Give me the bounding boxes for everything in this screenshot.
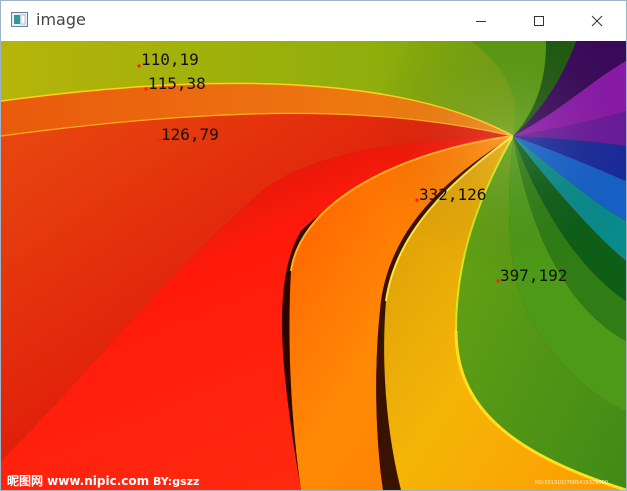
image-canvas[interactable]: 110,19 115,38 126,79 332,126 397,192 昵图网… (1, 41, 626, 490)
title-bar[interactable]: image (1, 1, 626, 40)
app-window: image 110,19 115,38 126,79 332,126 397,1… (0, 0, 627, 491)
point-label-5: 397,192 (500, 266, 567, 285)
close-button[interactable] (568, 1, 626, 40)
maximize-icon (534, 15, 544, 26)
point-label-1: 110,19 (141, 50, 199, 69)
maximize-button[interactable] (510, 1, 568, 40)
point-label-4: 332,126 (419, 185, 486, 204)
point-marker-2: 115,38 (144, 74, 206, 93)
watermark-author: BY:gszz (153, 475, 199, 488)
window-title: image (36, 10, 86, 29)
point-label-2: 115,38 (148, 74, 206, 93)
app-icon (11, 12, 28, 27)
swirl-image: 110,19 115,38 126,79 332,126 397,192 昵图网… (1, 41, 626, 490)
point-marker-4: 332,126 (415, 185, 486, 204)
close-icon (591, 15, 603, 26)
point-marker-3: 126,79 (157, 125, 219, 144)
watermark-id: NO:20131027085415329000 (535, 480, 608, 486)
point-marker-1: 110,19 (137, 50, 199, 69)
minimize-button[interactable] (452, 1, 510, 40)
point-marker-5: 397,192 (496, 266, 567, 285)
watermark-site: 昵图网 www.nipic.com (7, 474, 149, 488)
minimize-icon (476, 20, 486, 22)
point-label-3: 126,79 (161, 125, 219, 144)
